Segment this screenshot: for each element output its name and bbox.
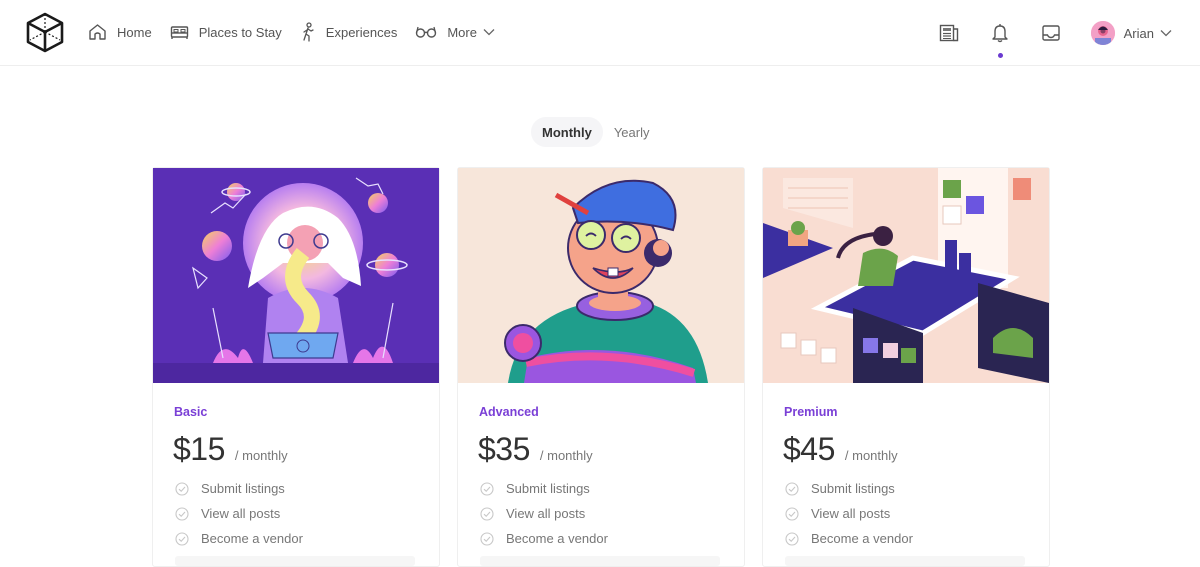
- avatar: [1090, 21, 1115, 45]
- plan-name: Basic: [174, 405, 208, 419]
- bed-icon: [170, 26, 188, 39]
- nav-more[interactable]: More: [415, 25, 495, 40]
- feature-label: View all posts: [811, 506, 891, 521]
- feature-item: Submit listings: [785, 481, 895, 496]
- check-circle-icon: [480, 481, 494, 496]
- plan-card-basic[interactable]: Basic $15 / monthly Submit listings View…: [152, 167, 440, 567]
- select-plan-button[interactable]: [175, 556, 415, 566]
- plan-name: Premium: [784, 405, 838, 419]
- feature-label: Become a vendor: [506, 531, 608, 546]
- plan-price: $35 / monthly: [478, 431, 593, 468]
- check-circle-icon: [175, 531, 189, 546]
- home-icon: [89, 24, 106, 40]
- nav-experiences[interactable]: Experiences: [300, 22, 398, 42]
- feature-item: Submit listings: [480, 481, 590, 496]
- price-amount: $15: [173, 431, 225, 467]
- feature-item: Become a vendor: [480, 531, 608, 546]
- feature-item: View all posts: [785, 506, 890, 521]
- price-period: / monthly: [234, 448, 288, 463]
- feature-label: Become a vendor: [811, 531, 913, 546]
- nav-home-label: Home: [117, 24, 152, 40]
- feature-label: Submit listings: [201, 481, 285, 496]
- check-circle-icon: [175, 506, 189, 521]
- bell-icon: [991, 24, 1008, 43]
- glasses-icon: [416, 26, 437, 38]
- feature-item: View all posts: [480, 506, 585, 521]
- nav-experiences-label: Experiences: [325, 24, 398, 40]
- select-plan-button[interactable]: [480, 556, 720, 566]
- price-period: / monthly: [539, 448, 593, 463]
- plan-card-advanced[interactable]: Advanced $35 / monthly Submit listings V…: [457, 167, 745, 567]
- main-nav: Home Places to Stay Experiences More: [88, 20, 513, 44]
- top-navbar: Home Places to Stay Experiences More Ari…: [0, 0, 1200, 66]
- plan-price: $45 / monthly: [783, 431, 898, 468]
- cube-logo-icon[interactable]: [25, 11, 65, 53]
- price-period: / monthly: [844, 448, 898, 463]
- nav-home[interactable]: Home: [88, 23, 152, 41]
- plan-illustration: [458, 168, 744, 383]
- check-circle-icon: [785, 506, 799, 521]
- inbox-button[interactable]: [1040, 22, 1062, 44]
- user-menu[interactable]: Arian: [1090, 21, 1172, 45]
- toggle-monthly[interactable]: Monthly: [531, 117, 603, 147]
- plan-card-premium[interactable]: Premium $45 / monthly Submit listings Vi…: [762, 167, 1050, 567]
- feature-label: Become a vendor: [201, 531, 303, 546]
- select-plan-button[interactable]: [785, 556, 1025, 566]
- check-circle-icon: [785, 481, 799, 496]
- plan-price: $15 / monthly: [173, 431, 288, 468]
- newspaper-icon: [939, 24, 958, 42]
- notifications-button[interactable]: [989, 22, 1011, 58]
- feature-label: Submit listings: [811, 481, 895, 496]
- feature-item: View all posts: [175, 506, 280, 521]
- notification-dot: [997, 53, 1003, 58]
- news-button[interactable]: [938, 22, 960, 44]
- user-name: Arian: [1123, 25, 1154, 41]
- price-amount: $35: [478, 431, 530, 467]
- chevron-down-icon: [1160, 30, 1172, 37]
- feature-label: View all posts: [506, 506, 586, 521]
- inbox-icon: [1041, 25, 1060, 41]
- feature-item: Submit listings: [175, 481, 285, 496]
- plan-name: Advanced: [479, 405, 539, 419]
- plan-illustration: [763, 168, 1049, 383]
- check-circle-icon: [175, 481, 189, 496]
- price-amount: $45: [783, 431, 835, 467]
- nav-places-label: Places to Stay: [198, 24, 282, 40]
- toggle-yearly[interactable]: Yearly: [603, 117, 661, 147]
- feature-item: Become a vendor: [175, 531, 303, 546]
- check-circle-icon: [480, 506, 494, 521]
- feature-label: View all posts: [201, 506, 281, 521]
- header-actions: Arian: [938, 18, 1200, 58]
- chevron-down-icon: [483, 29, 495, 36]
- nav-places-to-stay[interactable]: Places to Stay: [170, 24, 282, 40]
- check-circle-icon: [785, 531, 799, 546]
- nav-more-label: More: [447, 24, 477, 40]
- billing-period-toggle: Monthly Yearly: [531, 117, 660, 147]
- plan-illustration: [153, 168, 439, 383]
- hiking-icon: [303, 22, 314, 42]
- feature-label: Submit listings: [506, 481, 590, 496]
- check-circle-icon: [480, 531, 494, 546]
- feature-item: Become a vendor: [785, 531, 913, 546]
